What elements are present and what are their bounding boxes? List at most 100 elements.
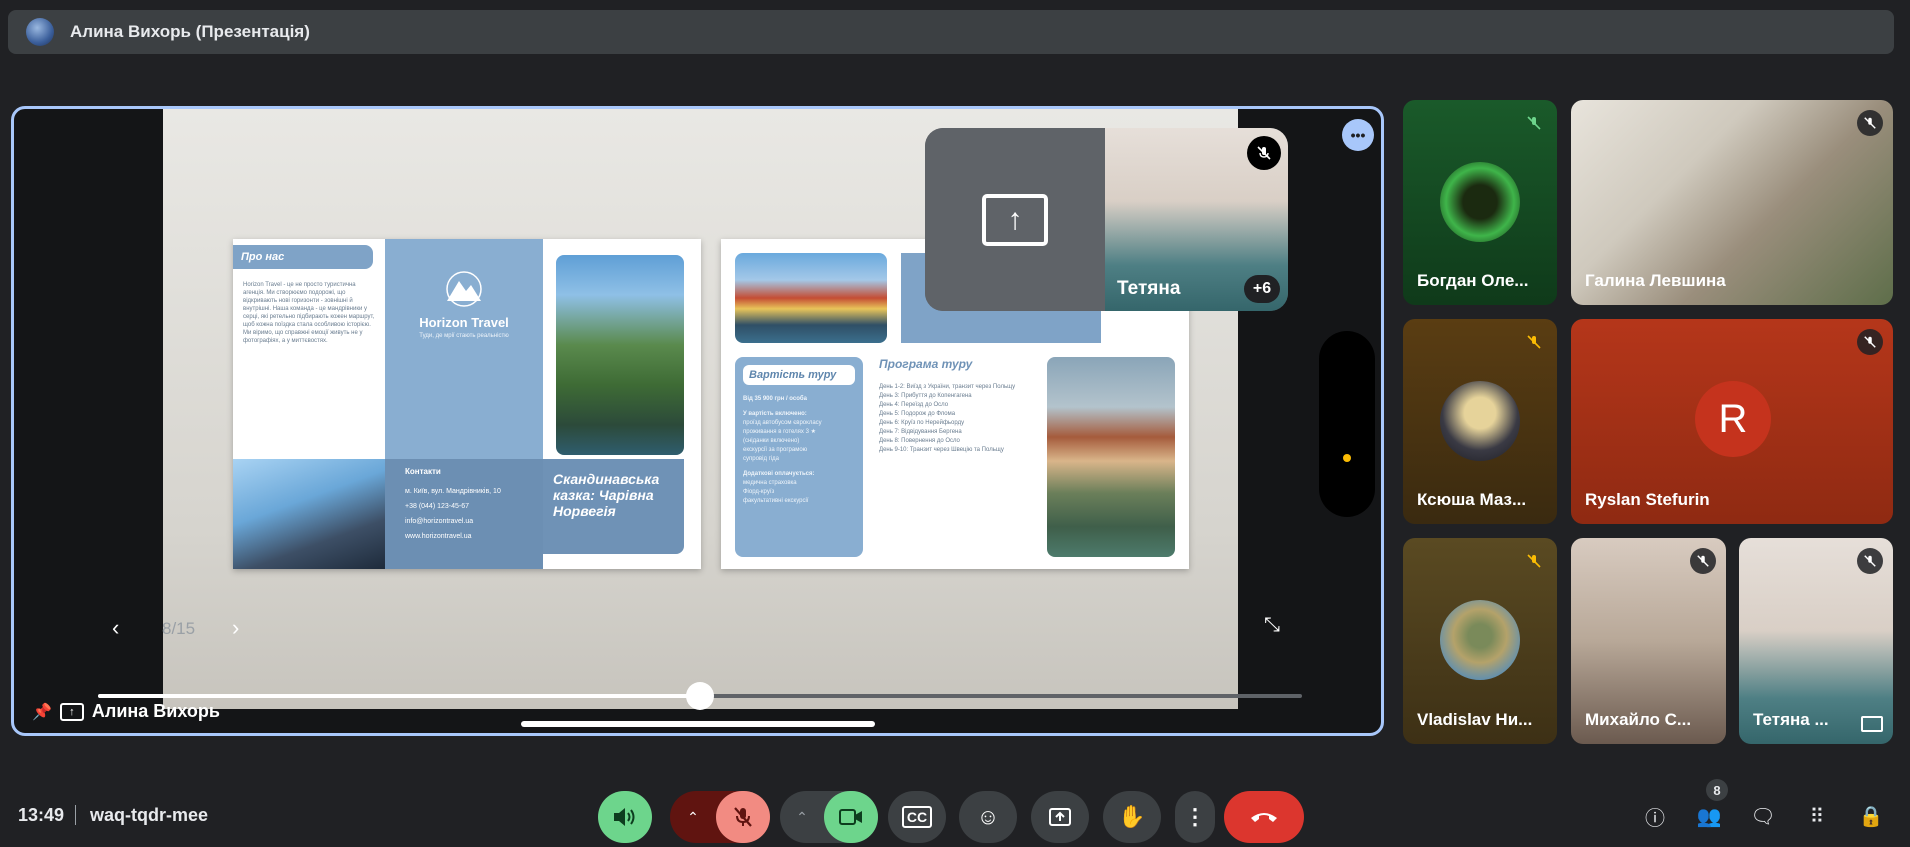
apps-grid-icon: ⠿: [1809, 805, 1825, 828]
more-options-button[interactable]: ⋮: [1175, 791, 1215, 843]
participant-tile[interactable]: Богдан Оле...: [1403, 100, 1557, 305]
clock: 13:49: [18, 805, 65, 825]
price-line: супровід гіда: [743, 456, 779, 462]
more-participants-button[interactable]: +6: [1244, 275, 1280, 303]
participant-name: Галина Левшина: [1585, 271, 1726, 290]
mic-off-icon: [1521, 110, 1547, 136]
price-line: проживання в готелях 3 ★: [743, 429, 816, 435]
control-bar: 13:49 waq-tqdr-mee ⌃ ⌃ CC ☺ ✋ ⋮ ⓘ 👥 8 🗨 …: [0, 779, 1910, 847]
contacts-panel: Контакти м. Київ, вул. Мандрівників, 10 …: [385, 459, 543, 569]
people-button[interactable]: 👥: [1695, 802, 1723, 830]
exit-fullscreen-icon[interactable]: ⤡: [1264, 614, 1280, 637]
camera-control-group: ⌃: [780, 791, 878, 843]
program-line: День 8: Повернення до Осло: [879, 438, 960, 444]
participant-tile[interactable]: Тетяна ...: [1739, 538, 1893, 744]
participant-tile[interactable]: Vladislav Ни...: [1403, 538, 1557, 744]
mic-off-icon: [1690, 548, 1716, 574]
mic-toggle-button[interactable]: [716, 791, 770, 843]
presenting-indicator: ↑: [925, 128, 1105, 311]
contacts-line: м. Київ, вул. Мандрівників, 10: [405, 488, 501, 495]
about-text: Horizon Travel - це не просто туристична…: [243, 282, 375, 344]
avatar: R: [1695, 381, 1771, 457]
camera-icon: [839, 809, 862, 825]
self-name: Тетяна: [1117, 278, 1181, 299]
progress-thumb[interactable]: [686, 682, 714, 710]
participant-name: Михайло С...: [1585, 710, 1692, 729]
program-line: День 4: Переїзд до Осло: [879, 402, 949, 408]
participant-tile[interactable]: R Ryslan Stefurin: [1571, 319, 1893, 524]
next-slide-button[interactable]: ›: [232, 615, 239, 641]
present-screen-icon: [1049, 808, 1071, 826]
participant-tile[interactable]: Галина Левшина: [1571, 100, 1893, 305]
recording-dot-icon: [1343, 454, 1351, 462]
mic-off-icon: [734, 807, 752, 827]
mic-off-icon: [1521, 329, 1547, 355]
chat-icon: 🗨: [1750, 805, 1776, 828]
page-indicator: 8/15: [162, 619, 196, 638]
mic-off-icon: [1521, 548, 1547, 574]
chat-button[interactable]: 🗨: [1749, 802, 1777, 830]
people-icon: 👥: [1696, 805, 1722, 828]
pin-icon[interactable]: 📌: [32, 702, 52, 722]
presentation-stage[interactable]: Про нас Horizon Travel - це не просто ту…: [11, 106, 1384, 736]
participant-tile[interactable]: Ксюша Маз...: [1403, 319, 1557, 524]
presenter-name: Алина Вихорь: [91, 701, 220, 721]
about-panel: Про нас Horizon Travel - це не просто ту…: [233, 239, 385, 449]
info-icon: ⓘ: [1645, 807, 1665, 830]
mic-off-icon: [1857, 110, 1883, 136]
avatar: [1440, 162, 1520, 242]
title-bar: Алина Вихорь (Презентація): [8, 10, 1894, 54]
raise-hand-button[interactable]: ✋: [1103, 791, 1161, 843]
divider: [75, 805, 76, 825]
present-screen-icon: ↑: [982, 193, 1048, 246]
price-line: Фіорд-круїз: [743, 489, 775, 495]
price-line: (сніданки включено): [743, 438, 800, 444]
mic-control-group: ⌃: [670, 791, 770, 843]
price-line: У вартість включено:: [743, 411, 807, 417]
camera-toggle-button[interactable]: [824, 791, 878, 843]
self-view-tile[interactable]: ↑ Тетяна +6: [925, 128, 1288, 311]
emoji-icon: ☺: [976, 804, 1000, 829]
mountain-logo-icon: [446, 271, 482, 307]
captions-button[interactable]: CC: [888, 791, 946, 843]
program-line: День 5: Подорож до Флома: [879, 411, 956, 417]
end-call-icon: [1251, 813, 1277, 822]
brand-tagline: Туди, де мрії стають реальністю: [419, 333, 509, 339]
participant-tile[interactable]: Михайло С...: [1571, 538, 1726, 744]
presenter-label: 📌 ↑ Алина Вихорь: [32, 701, 220, 722]
price-line: Від 35 900 грн / особа: [743, 396, 807, 402]
brand-name: Horizon Travel: [419, 315, 509, 330]
speaker-icon: [614, 808, 635, 826]
program-line: День 9-10: Транзит через Швецію та Польщ…: [879, 447, 1004, 453]
participant-count-badge: 8: [1706, 779, 1728, 801]
side-handle[interactable]: [1319, 331, 1375, 517]
host-controls-button[interactable]: 🔒: [1857, 802, 1885, 830]
leave-call-button[interactable]: [1224, 791, 1304, 843]
camera-options-chevron-icon[interactable]: ⌃: [780, 791, 824, 843]
bergen-photo: [1047, 357, 1175, 557]
contacts-line: www.horizontravel.ua: [405, 533, 472, 540]
prev-slide-button[interactable]: ‹: [112, 615, 119, 641]
meeting-details-button[interactable]: ⓘ: [1641, 802, 1669, 830]
participant-name: Ryslan Stefurin: [1585, 490, 1710, 509]
city-photo: [735, 253, 887, 343]
program-line: День 3: Прибуття до Копенгагена: [879, 393, 972, 399]
speaker-button[interactable]: [598, 791, 652, 843]
activities-button[interactable]: ⠿: [1803, 802, 1831, 830]
program-header: Програма туру: [879, 357, 973, 371]
participant-name: Богдан Оле...: [1417, 271, 1529, 290]
participant-name: Ксюша Маз...: [1417, 490, 1527, 509]
present-now-button[interactable]: [1031, 791, 1089, 843]
meeting-code: waq-tqdr-mee: [90, 805, 209, 825]
ship-photo: [233, 459, 385, 569]
price-line: Додаткові оплачується:: [743, 471, 815, 477]
stage-options-button[interactable]: •••: [1342, 119, 1374, 151]
program-line: День 1-2: Виїзд з України, транзит через…: [879, 384, 1016, 390]
brochure-left-page: Про нас Horizon Travel - це не просто ту…: [233, 239, 701, 569]
contacts-header: Контакти: [405, 467, 441, 476]
mic-off-icon: [1857, 329, 1883, 355]
mic-options-chevron-icon[interactable]: ⌃: [670, 791, 716, 843]
price-line: екскурсії за програмою: [743, 447, 808, 453]
presenter-avatar: [26, 18, 54, 46]
reactions-button[interactable]: ☺: [959, 791, 1017, 843]
